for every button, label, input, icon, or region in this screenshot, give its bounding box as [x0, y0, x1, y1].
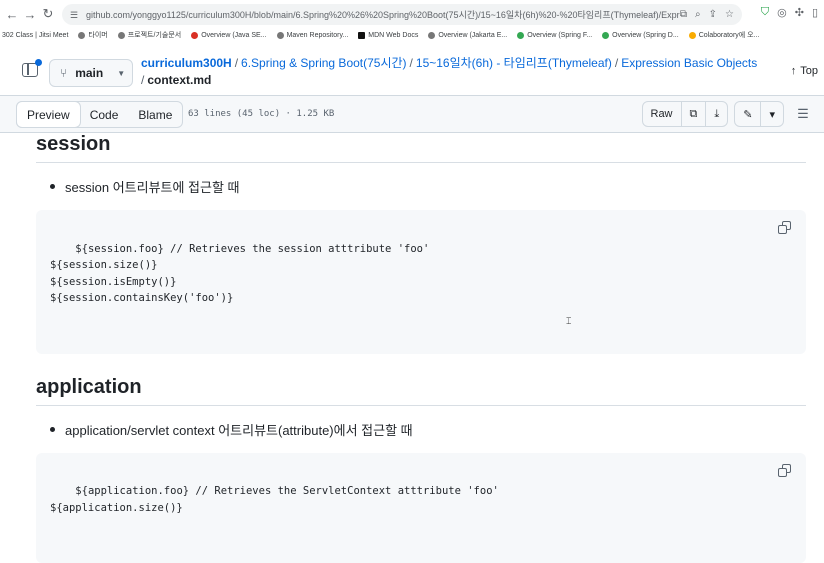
copy-icon[interactable]	[778, 464, 792, 478]
edit-pencil-icon[interactable]: ✎	[735, 102, 761, 126]
download-icon[interactable]: ⤓	[706, 102, 727, 126]
bookmark-item[interactable]: Overview (Jakarta E...	[428, 32, 507, 39]
branch-name: main	[75, 66, 103, 80]
bookmark-item[interactable]: Maven Repository...	[277, 32, 349, 39]
outline-list-icon[interactable]: ☰	[790, 101, 816, 127]
code-block: ${application.foo} // Retrieves the Serv…	[36, 453, 806, 563]
breadcrumb: curriculum300H/6.Spring & Spring Boot(75…	[141, 55, 757, 89]
notification-dot	[35, 59, 42, 66]
tab-preview[interactable]: Preview	[16, 101, 81, 128]
breadcrumb-repo[interactable]: curriculum300H	[141, 56, 232, 70]
mdn-icon	[358, 32, 365, 39]
share-icon[interactable]: ⇪	[709, 9, 717, 20]
section-heading: application	[36, 376, 806, 406]
chevron-down-icon: ▼	[117, 69, 125, 78]
breadcrumb-folder[interactable]: Expression Basic Objects	[621, 56, 757, 70]
reload-icon[interactable]: ↻	[38, 4, 58, 24]
arrow-up-icon: ↑	[791, 65, 797, 77]
edit-actions-group: ✎ ▾	[734, 101, 784, 127]
extension-icon[interactable]: ◎	[777, 6, 787, 19]
url-text[interactable]: github.com/yonggyo1125/curriculum300H/bl…	[86, 8, 680, 21]
bookmark-item[interactable]: MDN Web Docs	[358, 32, 418, 39]
address-bar[interactable]: ☰ github.com/yonggyo1125/curriculum300H/…	[62, 4, 742, 25]
bullet-dot	[50, 427, 55, 432]
file-stats: 63 lines (45 loc) · 1.25 KB	[188, 109, 334, 119]
code-text: ${session.foo} // Retrieves the session …	[50, 243, 429, 305]
repo-file-header: ⑂ main ▼ curriculum300H/6.Spring & Sprin…	[0, 43, 824, 95]
raw-actions-group: Raw ⧉ ⤓	[642, 101, 729, 127]
list-item-text: session 어트리뷰트에 접근할 때	[65, 177, 240, 196]
bookmark-item[interactable]: 프로젝트/기술문서	[118, 30, 181, 40]
git-branch-icon: ⑂	[60, 66, 67, 80]
breadcrumb-file: context.md	[147, 73, 211, 87]
breadcrumb-folder[interactable]: 6.Spring & Spring Boot(75시간)	[241, 56, 407, 70]
bullet-dot	[50, 184, 55, 189]
bookmark-star-icon[interactable]: ☆	[725, 9, 734, 20]
globe-icon	[428, 32, 435, 39]
bookmarks-bar: 302 Class | Jitsi Meet 타이머 프로젝트/기술문서 Ove…	[0, 29, 824, 41]
raw-button[interactable]: Raw	[643, 102, 682, 126]
bookmark-item[interactable]: Overview (Spring D...	[602, 32, 679, 39]
globe-icon	[78, 32, 85, 39]
globe-icon	[118, 32, 125, 39]
copy-icon[interactable]	[778, 221, 792, 235]
list-item: session 어트리뷰트에 접근할 때	[50, 177, 806, 196]
mouse-cursor-icon: ⌶	[566, 316, 571, 327]
markdown-body: session session 어트리뷰트에 접근할 때 ${session.f…	[36, 133, 806, 563]
bookmark-item[interactable]: Overview (Java SE...	[191, 32, 266, 39]
copy-raw-icon[interactable]: ⧉	[682, 102, 707, 126]
spring-icon	[517, 32, 524, 39]
chevron-down-icon[interactable]: ▾	[761, 102, 783, 126]
code-block: ${session.foo} // Retrieves the session …	[36, 210, 806, 354]
file-toolbar: Preview Code Blame 63 lines (45 loc) · 1…	[0, 95, 824, 133]
browser-toolbar: ← → ↻ ☰ github.com/yonggyo1125/curriculu…	[0, 0, 824, 29]
back-icon[interactable]: ←	[2, 4, 22, 24]
forward-icon[interactable]: →	[20, 4, 40, 24]
bookmark-item[interactable]: Colaboratory에 오...	[689, 30, 760, 40]
shield-extension-icon[interactable]: ⛉	[761, 6, 769, 19]
site-info-icon[interactable]: ☰	[70, 10, 80, 20]
list-item-text: application/servlet context 어트리뷰트(attrib…	[65, 420, 413, 439]
code-text: ${application.foo} // Retrieves the Serv…	[50, 485, 499, 514]
bookmark-item[interactable]: 302 Class | Jitsi Meet	[2, 32, 68, 39]
top-button[interactable]: ↑ Top	[791, 65, 818, 77]
translate-icon[interactable]: ⧉	[680, 9, 687, 20]
spring-icon	[602, 32, 609, 39]
bookmark-item[interactable]: Overview (Spring F...	[517, 32, 592, 39]
colab-icon	[689, 32, 696, 39]
globe-icon	[277, 32, 284, 39]
sidepanel-icon[interactable]: ▯	[812, 6, 818, 19]
tab-code[interactable]: Code	[80, 102, 129, 127]
oracle-icon	[191, 32, 198, 39]
sidebar-toggle-icon[interactable]	[22, 63, 38, 77]
breadcrumb-folder[interactable]: 15~16일차(6h) - 타임리프(Thymeleaf)	[416, 56, 612, 70]
tab-blame[interactable]: Blame	[128, 102, 182, 127]
puzzle-icon[interactable]: ✣	[795, 6, 804, 19]
zoom-icon[interactable]: ⌕	[695, 9, 701, 20]
branch-selector[interactable]: ⑂ main ▼	[49, 59, 133, 87]
section-heading: session	[36, 133, 806, 163]
list-item: application/servlet context 어트리뷰트(attrib…	[50, 420, 806, 439]
view-mode-tabs: Preview Code Blame	[16, 101, 183, 128]
bookmark-item[interactable]: 타이머	[78, 30, 107, 40]
